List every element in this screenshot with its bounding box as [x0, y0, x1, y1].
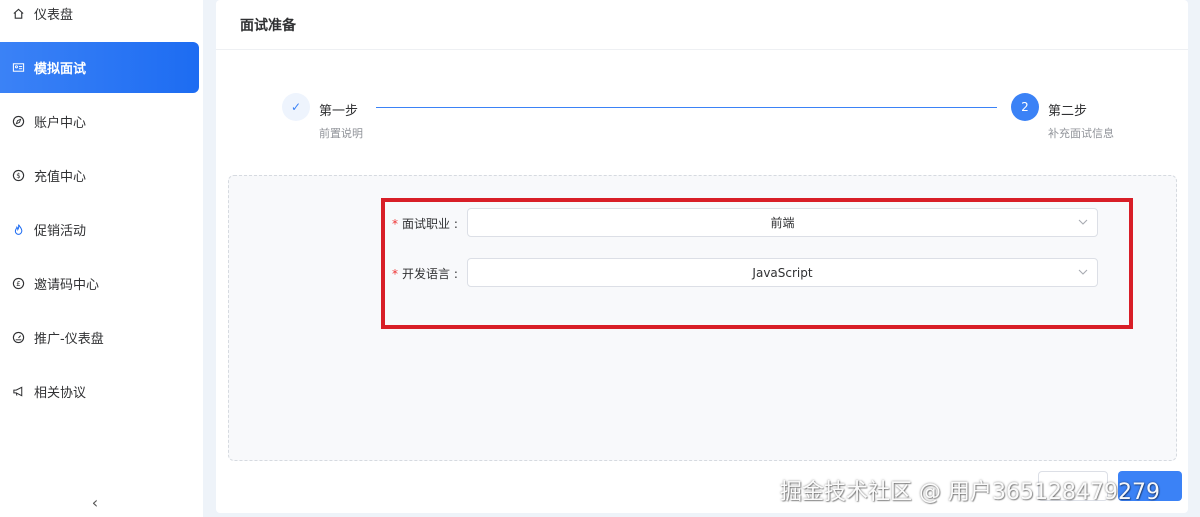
- chevron-down-icon: [1078, 219, 1088, 225]
- svg-text:£: £: [16, 280, 20, 288]
- id-card-icon: [11, 61, 25, 75]
- megaphone-icon: [11, 385, 25, 399]
- step-connector: [376, 107, 997, 108]
- sidebar-item-label: 账户中心: [34, 116, 87, 131]
- page-title: 面试准备: [216, 0, 1188, 50]
- sidebar-item-dashboard[interactable]: 仪表盘: [0, 0, 199, 39]
- language-select[interactable]: JavaScript: [467, 258, 1098, 287]
- sidebar-item-label: 模拟面试: [34, 62, 87, 77]
- pound-icon: £: [11, 277, 25, 291]
- language-label: * 开发语言 :: [392, 267, 458, 281]
- flame-icon: [11, 223, 25, 237]
- sidebar-item-mock-interview[interactable]: 模拟面试: [0, 42, 199, 93]
- required-mark: *: [392, 217, 398, 231]
- language-form-row: * 开发语言 : JavaScript: [229, 258, 1178, 288]
- form-area: * 面试职业 : 前端 * 开发语言 : JavaScript: [228, 175, 1177, 461]
- job-select-value: 前端: [770, 216, 795, 230]
- chevron-down-icon: [1078, 269, 1088, 275]
- sidebar-item-label: 推广-仪表盘: [34, 332, 104, 347]
- step-2-title: 第二步: [1048, 104, 1088, 119]
- dollar-icon: $: [11, 169, 25, 183]
- sidebar-item-agreements[interactable]: 相关协议: [0, 366, 199, 417]
- sidebar-item-label: 相关协议: [34, 386, 87, 401]
- gauge-icon: [11, 331, 25, 345]
- sidebar: 仪表盘 模拟面试 账户中心 $ 充值中心 促销活动 £ 邀请码中心 推广-仪表盘: [0, 0, 203, 517]
- sidebar-item-promo-dashboard[interactable]: 推广-仪表盘: [0, 312, 199, 363]
- compass-icon: [11, 115, 25, 129]
- step-1-check-icon: ✓: [282, 93, 310, 121]
- step-1-description: 前置说明: [319, 127, 363, 140]
- required-mark: *: [392, 267, 398, 281]
- home-icon: [11, 7, 25, 21]
- sidebar-item-invite-code-center[interactable]: £ 邀请码中心: [0, 258, 199, 309]
- job-select[interactable]: 前端: [467, 208, 1098, 237]
- main-card: 面试准备 ✓ 第一步 前置说明 2 第二步 补充面试信息 * 面试职业 : 前端 …: [216, 0, 1188, 513]
- watermark: 掘金技术社区 @ 用户3651284792​79: [780, 480, 1160, 505]
- step-1-title: 第一步: [319, 104, 359, 119]
- svg-text:$: $: [16, 172, 20, 180]
- sidebar-item-recharge-center[interactable]: $ 充值中心: [0, 150, 199, 201]
- language-select-value: JavaScript: [752, 265, 813, 280]
- sidebar-item-label: 促销活动: [34, 224, 87, 239]
- sidebar-item-label: 仪表盘: [34, 8, 74, 23]
- sidebar-item-label: 邀请码中心: [34, 278, 100, 293]
- step-2-description: 补充面试信息: [1048, 127, 1114, 140]
- sidebar-item-promotions[interactable]: 促销活动: [0, 204, 199, 255]
- sidebar-item-account-center[interactable]: 账户中心: [0, 96, 199, 147]
- sidebar-item-label: 充值中心: [34, 170, 87, 185]
- step-2-number: 2: [1011, 93, 1039, 121]
- collapse-sidebar-button[interactable]: ‹: [88, 495, 102, 511]
- job-label: * 面试职业 :: [392, 217, 458, 231]
- job-form-row: * 面试职业 : 前端: [229, 208, 1178, 238]
